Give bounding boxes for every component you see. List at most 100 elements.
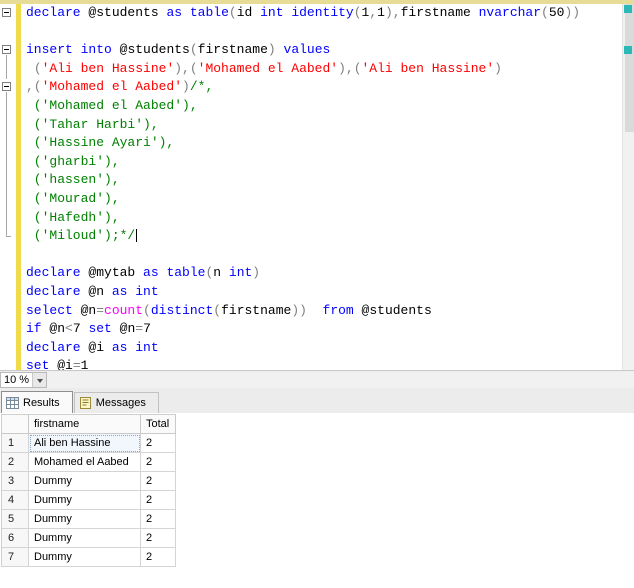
tab-messages[interactable]: Messages — [73, 392, 159, 413]
code-line[interactable]: ('gharbi'), — [0, 152, 622, 173]
code-line[interactable]: declare @mytab as table(n int) — [0, 264, 622, 283]
code-line[interactable]: declare @students as table(id int identi… — [0, 4, 622, 23]
code-text: ('Tahar Harbi'), — [26, 116, 159, 132]
fold-collapse-icon[interactable] — [0, 78, 16, 98]
code-line[interactable]: ('Miloud');*/ — [0, 227, 622, 246]
table-row: 7 Dummy 2 — [2, 548, 176, 567]
scrollbar-annotation-mark — [624, 5, 632, 13]
cell-firstname[interactable]: Dummy — [29, 529, 141, 548]
cell-firstname[interactable]: Ali ben Hassine — [29, 434, 141, 453]
code-line[interactable]: set @i=1 — [0, 357, 622, 370]
results-pane-tab-bar: Results Messages — [0, 388, 634, 413]
horizontal-scrollbar[interactable] — [47, 372, 634, 388]
fold-collapse-icon[interactable] — [0, 41, 16, 61]
code-text: declare @n as int — [26, 283, 159, 299]
fold-margin — [0, 96, 16, 117]
change-tracking-bar — [16, 4, 21, 370]
code-line[interactable]: select @n=count(distinct(firstname)) fro… — [0, 302, 622, 321]
code-line[interactable]: if @n<7 set @n=7 — [0, 320, 622, 339]
scrollbar-annotation-mark — [624, 46, 632, 54]
zoom-dropdown[interactable]: 10 % — [0, 371, 47, 388]
code-text: declare @i as int — [26, 339, 159, 355]
results-pane: firstname Total 1 Ali ben Hassine 2 2 Mohame… — [0, 413, 634, 588]
code-line[interactable]: ('Ali ben Hassine'),('Mohamed el Aabed')… — [0, 59, 622, 80]
fold-margin — [0, 23, 16, 42]
code-text: select @n=count(distinct(firstname)) fro… — [26, 302, 432, 318]
code-text: ('Mourad'), — [26, 190, 120, 206]
fold-collapse-icon[interactable] — [0, 4, 16, 23]
column-header-firstname[interactable]: firstname — [29, 415, 141, 434]
results-grid: firstname Total 1 Ali ben Hassine 2 2 Mohame… — [1, 414, 176, 567]
cell-firstname[interactable]: Dummy — [29, 510, 141, 529]
code-line[interactable] — [0, 246, 622, 265]
grid-body: 1 Ali ben Hassine 2 2 Mohamed el Aabed 2 3 Dumm… — [2, 434, 176, 567]
row-number-cell[interactable]: 1 — [2, 434, 29, 453]
fold-margin — [0, 339, 16, 358]
row-number-cell[interactable]: 3 — [2, 472, 29, 491]
code-line[interactable]: insert into @students(firstname) values — [0, 41, 622, 61]
code-text: ('Ali ben Hassine'),('Mohamed el Aabed')… — [33, 60, 502, 76]
row-number-cell[interactable]: 7 — [2, 548, 29, 567]
fold-margin — [0, 320, 16, 339]
fold-margin — [0, 152, 16, 173]
text-caret — [136, 229, 138, 243]
cell-total[interactable]: 2 — [141, 434, 176, 453]
code-line[interactable]: ('Mohamed el Aabed'), — [0, 96, 622, 117]
table-row: 1 Ali ben Hassine 2 — [2, 434, 176, 453]
tab-results[interactable]: Results — [1, 391, 73, 413]
cell-total[interactable]: 2 — [141, 510, 176, 529]
code-text: set @i=1 — [26, 358, 89, 370]
code-line[interactable] — [0, 23, 622, 42]
sql-editor[interactable]: declare @students as table(id int identi… — [0, 4, 622, 370]
column-header-total[interactable]: Total — [141, 415, 176, 434]
row-number-cell[interactable]: 2 — [2, 453, 29, 472]
fold-margin — [0, 171, 16, 191]
cell-firstname[interactable]: Dummy — [29, 472, 141, 491]
code-text: ('Hassine Ayari'), — [26, 135, 175, 151]
fold-margin — [0, 189, 16, 210]
table-row: 6 Dummy 2 — [2, 529, 176, 548]
table-row: 3 Dummy 2 — [2, 472, 176, 491]
code-line[interactable]: ('Mourad'), — [0, 189, 622, 210]
cell-firstname[interactable]: Dummy — [29, 491, 141, 510]
cell-total[interactable]: 2 — [141, 548, 176, 567]
cell-firstname[interactable]: Dummy — [29, 548, 141, 567]
code-line[interactable]: ('Hassine Ayari'), — [0, 134, 622, 154]
cell-firstname[interactable]: Mohamed el Aabed — [29, 453, 141, 472]
table-row: 4 Dummy 2 — [2, 491, 176, 510]
cell-total[interactable]: 2 — [141, 453, 176, 472]
row-number-cell[interactable]: 5 — [2, 510, 29, 529]
table-row: 5 Dummy 2 — [2, 510, 176, 529]
fold-margin — [0, 227, 16, 246]
code-line[interactable]: ('Hafedh'), — [0, 208, 622, 229]
grid-corner-cell[interactable] — [2, 415, 29, 434]
fold-margin — [0, 134, 16, 154]
code-line[interactable]: ,('Mohamed el Aabed')/*, — [0, 78, 622, 98]
code-text: ('Hafedh'), — [26, 209, 120, 225]
scrollbar-thumb[interactable] — [625, 4, 634, 132]
fold-margin — [0, 264, 16, 283]
fold-margin — [0, 357, 16, 370]
fold-margin — [0, 246, 16, 265]
code-text: ('hassen'), — [26, 172, 120, 188]
row-number-cell[interactable]: 6 — [2, 529, 29, 548]
vertical-scrollbar[interactable] — [622, 4, 634, 370]
row-number-cell[interactable]: 4 — [2, 491, 29, 510]
fold-margin — [0, 283, 16, 302]
grid-header-row: firstname Total — [2, 415, 176, 434]
code-line[interactable]: ('hassen'), — [0, 171, 622, 191]
code-text: ('gharbi'), — [26, 153, 120, 169]
cell-total[interactable]: 2 — [141, 529, 176, 548]
code-line[interactable]: ('Tahar Harbi'), — [0, 115, 622, 136]
cell-total[interactable]: 2 — [141, 472, 176, 491]
tab-label: Results — [23, 396, 60, 409]
messages-icon — [79, 397, 92, 409]
code-line[interactable]: declare @i as int — [0, 339, 622, 358]
cell-total[interactable]: 2 — [141, 491, 176, 510]
code-text: insert into @students(firstname) values — [26, 42, 331, 58]
code-line[interactable]: declare @n as int — [0, 283, 622, 302]
code-text: ('Miloud');*/ — [26, 228, 138, 244]
fold-margin — [0, 208, 16, 229]
code-text: declare @students as table(id int identi… — [26, 5, 581, 20]
code-text: ,('Mohamed el Aabed')/*, — [26, 79, 214, 95]
